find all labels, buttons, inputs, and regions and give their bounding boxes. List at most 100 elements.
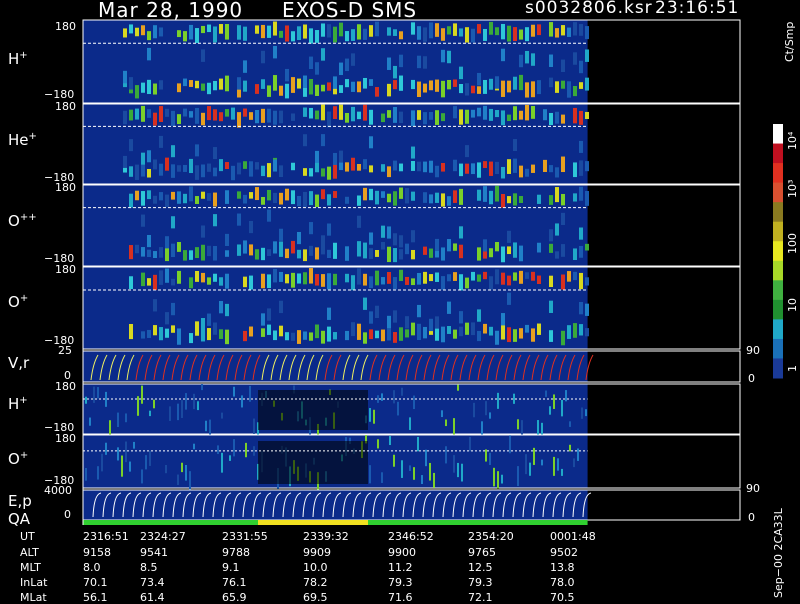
spectrogram-stripe (181, 400, 183, 418)
spectrogram-stripe (471, 28, 475, 43)
spectrogram-stripe (177, 242, 181, 252)
spectrogram-stripe (581, 407, 583, 419)
colorbar-segment (773, 182, 783, 203)
footer-cell: 9765 (468, 546, 496, 559)
spectrogram-stripe (441, 193, 445, 207)
spectrogram-stripe (459, 188, 463, 205)
footer-cell: 9788 (222, 546, 250, 559)
spectrogram-stripe (387, 193, 391, 203)
spectrogram-stripe (423, 27, 427, 42)
spectrogram-stripe (327, 194, 331, 206)
spectrogram-stripe (485, 449, 487, 462)
spectrogram-stripe (315, 324, 319, 339)
spectrogram-stripe (357, 268, 361, 285)
spectrogram-stripe (393, 310, 397, 323)
footer-cell: 9541 (140, 546, 168, 559)
spectrogram-stripe (549, 112, 553, 126)
spectrogram-stripe (555, 167, 559, 178)
spectrogram-stripe (507, 230, 511, 243)
spectrogram-stripe (477, 24, 481, 34)
spectrogram-stripe (255, 249, 259, 260)
spectrogram-stripe (279, 165, 283, 177)
spectrogram-stripe (525, 82, 529, 98)
spectrogram-stripe (537, 323, 541, 335)
spectrogram-stripe (489, 412, 491, 419)
spectrogram-stripe (177, 270, 181, 284)
tick-heplus-max: 180 (55, 100, 76, 113)
spectrogram-stripe (345, 246, 349, 261)
spectrogram-stripe (193, 443, 195, 450)
spectrogram-stripe (525, 168, 529, 177)
spectrogram-stripe (225, 233, 229, 247)
spectrogram-stripe (195, 28, 199, 43)
spectrogram-stripe (423, 246, 427, 255)
spectrogram-stripe (351, 322, 355, 337)
spectrogram-stripe (459, 311, 463, 324)
spectrogram-stripe (159, 192, 163, 201)
spectrogram-stripe (249, 192, 253, 199)
spectrogram-stripe (423, 326, 427, 339)
spectrogram-stripe (435, 272, 439, 282)
spectrogram-stripe (401, 460, 403, 478)
spectrogram-stripe (261, 24, 265, 39)
spectrogram-stripe (579, 245, 583, 258)
spectrogram-stripe (303, 107, 307, 117)
spectrogram-stripe (233, 439, 235, 457)
spectrogram-stripe (195, 165, 199, 180)
spectrogram-stripe (195, 196, 199, 204)
spectrogram-stripe (573, 22, 577, 36)
spectrogram-stripe (447, 239, 451, 252)
spectrogram-stripe (201, 25, 205, 34)
spectrogram-stripe (291, 272, 295, 288)
spectrogram-stripe (303, 24, 307, 39)
spectrogram-stripe (165, 247, 169, 262)
spectrogram-stripe (411, 249, 415, 260)
spectrogram-stripe (105, 442, 107, 455)
spectrogram-stripe (183, 193, 187, 204)
spectrogram-stripe (375, 270, 379, 286)
tick-ep-max: 4000 (44, 484, 72, 497)
footer-cell: 69.5 (303, 591, 328, 604)
spectrogram-stripe (153, 25, 157, 39)
spectrogram-stripe (381, 191, 385, 198)
footer-row-label-mlt: MLT (20, 561, 41, 574)
colorbar-segment (773, 358, 783, 379)
spectrogram-stripe (381, 472, 383, 483)
spectrogram-stripe (225, 162, 229, 170)
spectrogram-stripe (507, 25, 511, 42)
spectrogram-stripe (525, 50, 529, 64)
spectrogram-stripe (171, 145, 175, 158)
spectrogram-stripe (219, 301, 223, 314)
tick-oplusplus-max: 180 (55, 181, 76, 194)
tick-vr-max: 25 (58, 344, 72, 357)
spectrogram-stripe (537, 24, 541, 36)
spectrogram-stripe (507, 327, 511, 343)
spectrogram-stripe (249, 161, 253, 177)
spectrogram-stripe (519, 29, 523, 40)
spectrogram-stripe (567, 27, 571, 37)
spectrogram-stripe (255, 110, 259, 124)
spectrogram-stripe (333, 106, 337, 119)
panel-label-o-plusplus: O++ (8, 212, 37, 230)
spectrogram-stripe (153, 299, 157, 312)
spectrogram-stripe (485, 401, 487, 416)
colorbar-segment (773, 299, 783, 320)
spectrogram-stripe (309, 168, 313, 177)
spectrogram-stripe (145, 455, 147, 470)
spectrogram-stripe (109, 420, 111, 437)
spectrogram-stripe (585, 49, 589, 62)
spectrogram-stripe (399, 163, 403, 172)
spectrogram-stripe (149, 450, 151, 466)
spectrogram-stripe (267, 274, 271, 289)
colorbar-segment (773, 241, 783, 262)
spectrogram-stripe (231, 107, 235, 120)
spectrogram-stripe (435, 23, 439, 37)
spectrogram-stripe (201, 83, 205, 91)
spectrogram-stripe (279, 241, 283, 257)
footer-cell: 76.1 (222, 576, 247, 589)
spectrogram-stripe (423, 161, 427, 173)
spectrogram-stripe (261, 79, 265, 89)
spectrogram-stripe (517, 419, 519, 430)
spectrogram-stripe (423, 271, 427, 284)
spectrogram-stripe (207, 106, 211, 121)
